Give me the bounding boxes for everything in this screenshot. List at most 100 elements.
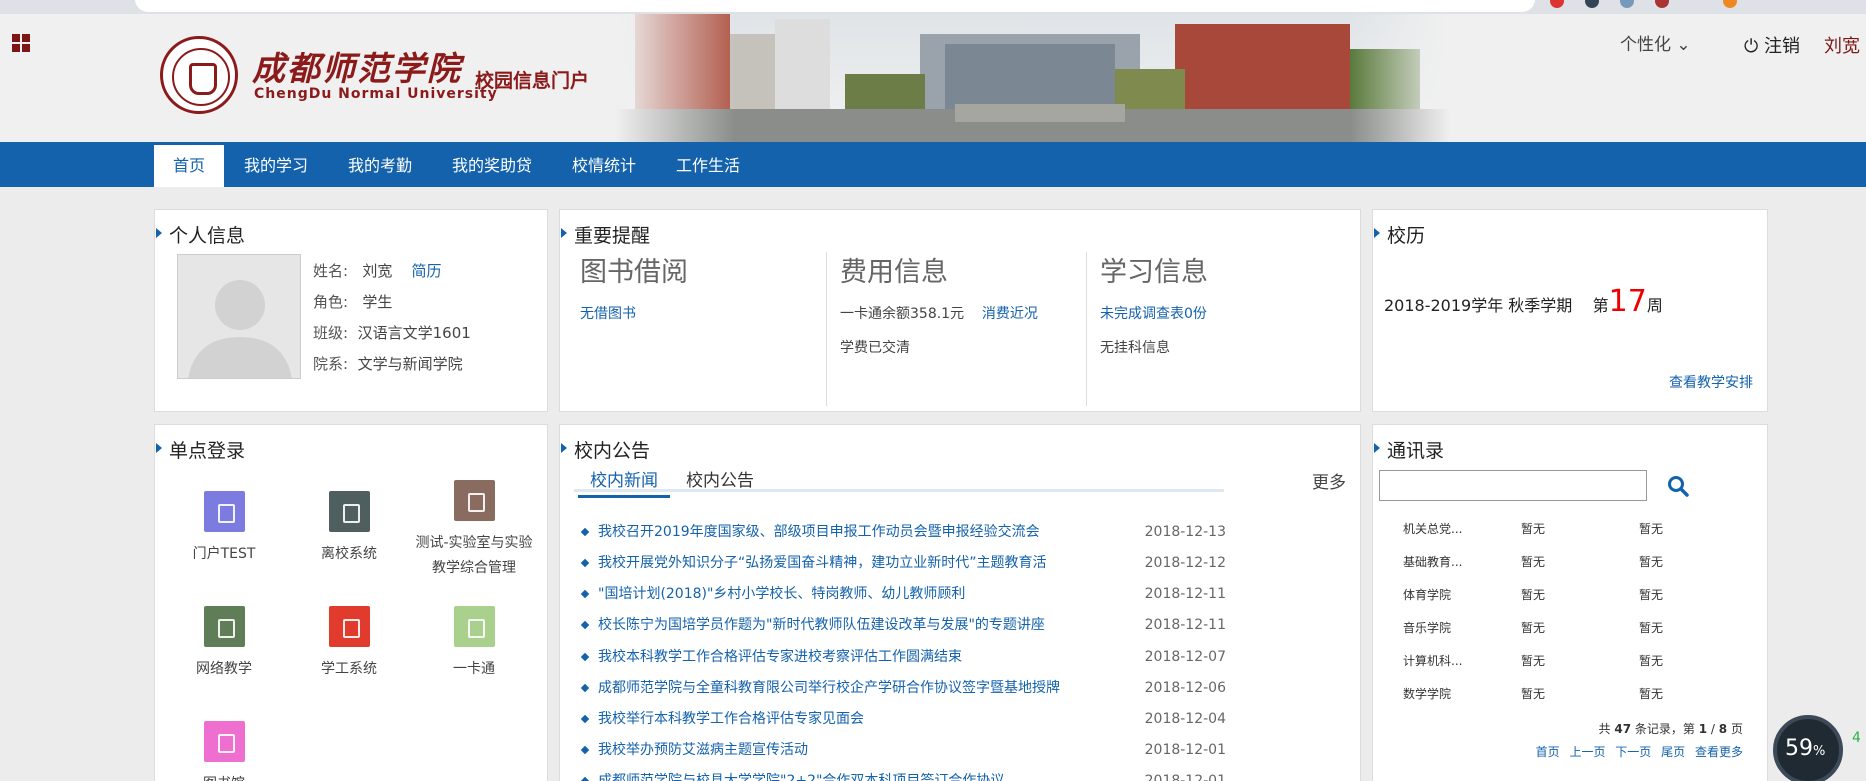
portal-title: 校园信息门户 <box>475 70 590 92</box>
more-link[interactable]: 更多 <box>1312 468 1346 493</box>
sso-tile[interactable]: 门户TEST <box>163 491 285 567</box>
calendar-panel: 校历 2018-2019学年 秋季学期 第17周 查看教学安排 <box>1372 209 1768 412</box>
nav-item-attendance[interactable]: 我的考勤 <box>338 145 422 187</box>
sso-tile[interactable]: 学工系统 <box>288 606 410 682</box>
panel-title: 单点登录 <box>155 436 245 463</box>
news-title[interactable]: 我校举办预防艾滋病主题宣传活动 <box>598 735 808 766</box>
pager-last[interactable]: 尾页 <box>1661 745 1685 759</box>
department-value: 文学与新闻学院 <box>357 355 463 373</box>
panel-title: 重要提醒 <box>560 221 650 248</box>
book-icon[interactable] <box>203 721 245 762</box>
name-label: 姓名: <box>313 262 349 280</box>
chevron-down-icon: ⌄ <box>1676 35 1691 55</box>
survey-link[interactable]: 未完成调查表0份 <box>1100 306 1207 322</box>
news-title[interactable]: 成都师范学院与全童科教育限公司举行校企产学研合作协议签字暨基地授牌 <box>598 673 1060 704</box>
university-seal-logo <box>160 36 238 114</box>
news-date: 2018-12-07 <box>1144 649 1226 665</box>
news-date: 2018-12-11 <box>1144 586 1226 602</box>
divider <box>826 252 827 406</box>
extension-icon[interactable] <box>1585 0 1599 8</box>
extension-icon[interactable] <box>1620 0 1634 8</box>
class-value: 汉语言文学1601 <box>357 324 471 342</box>
avatar <box>177 254 301 379</box>
news-date: 2018-12-01 <box>1144 742 1226 758</box>
tab-campus-notices[interactable]: 校内公告 <box>674 466 766 495</box>
nav-item-work-life[interactable]: 工作生活 <box>666 145 750 187</box>
divider <box>1086 252 1087 406</box>
contact-row: 数学学院 暂无 暂无 <box>1403 678 1733 711</box>
extension-icon[interactable] <box>1550 0 1564 8</box>
sso-tile[interactable]: 图书馆 <box>163 721 285 781</box>
globe-icon[interactable] <box>203 606 245 647</box>
sso-tile[interactable]: 测试-实验室与实验教学综合管理 <box>413 480 535 581</box>
news-title[interactable]: 校长陈宁为国培学员作题为"新时代教师队伍建设改革与发展"的专题讲座 <box>598 610 1045 641</box>
announcements-panel: 校内公告 校内新闻 校内公告 更多 我校召开2019年度国家级、部级项目申报工作… <box>559 424 1361 781</box>
nav-item-statistics[interactable]: 校情统计 <box>562 145 646 187</box>
nav-item-home[interactable]: 首页 <box>154 145 224 187</box>
sso-tile[interactable]: 一卡通 <box>413 606 535 682</box>
resume-link[interactable]: 简历 <box>411 262 441 280</box>
news-title[interactable]: 我校举行本科教学工作合格评估专家见面会 <box>598 704 864 735</box>
contact-dept[interactable]: 数学学院 <box>1403 678 1451 711</box>
study-section: 学习信息 未完成调查表0份 无挂科信息 <box>1100 250 1340 405</box>
contact-dept[interactable]: 基础教育... <box>1403 546 1462 579</box>
news-title[interactable]: 成都师范学院与校县大学学院"2+2"合作双本科项目签订合作协议 <box>598 766 1004 781</box>
contacts-search-input[interactable] <box>1379 470 1647 501</box>
address-bar[interactable] <box>135 0 1535 12</box>
extension-icon[interactable] <box>1723 0 1737 8</box>
library-section: 图书借阅 无借图书 <box>580 250 820 405</box>
panel-title: 校历 <box>1373 221 1425 248</box>
monitor-icon[interactable] <box>328 491 370 532</box>
username: 刘宽 <box>1824 36 1860 57</box>
users-icon[interactable] <box>328 606 370 647</box>
pager-links: 首页 上一页 下一页 尾页 查看更多 <box>1530 743 1743 760</box>
sso-label: 门户TEST <box>192 546 256 562</box>
tab-campus-news[interactable]: 校内新闻 <box>578 466 670 498</box>
contact-row: 计算机科... 暂无 暂无 <box>1403 645 1733 678</box>
class-label: 班级: <box>313 324 349 342</box>
logout-button[interactable]: ⏻ 注销 <box>1744 32 1800 58</box>
id-card-icon[interactable] <box>453 606 495 647</box>
contact-email: 暂无 <box>1639 654 1664 668</box>
sso-label: 一卡通 <box>453 661 495 677</box>
news-item: 我校举行本科教学工作合格评估专家见面会 2018-12-04 <box>586 704 1226 735</box>
view-more-link[interactable]: 查看更多 <box>1695 745 1743 759</box>
contact-dept[interactable]: 机关总党... <box>1403 513 1462 546</box>
news-title[interactable]: 我校开展党外知识分子“弘扬爱国奋斗精神，建功立业新时代”主题教育活 <box>598 548 1047 579</box>
news-item: 成都师范学院与全童科教育限公司举行校企产学研合作协议签字暨基地授牌 2018-12… <box>586 673 1226 704</box>
sso-tile[interactable]: 网络教学 <box>163 606 285 682</box>
news-title[interactable]: "国培计划(2018)"乡村小学校长、特岗教师、幼儿教师顾利 <box>598 579 965 610</box>
extension-icon[interactable] <box>1655 0 1669 8</box>
contact-dept[interactable]: 计算机科... <box>1403 645 1462 678</box>
study-heading: 学习信息 <box>1100 257 1208 288</box>
cpu-usage-value: 59% <box>1785 736 1826 761</box>
sso-tile[interactable]: 离校系统 <box>288 491 410 567</box>
tuition-status: 学费已交清 <box>840 340 910 356</box>
pager-first[interactable]: 首页 <box>1536 745 1560 759</box>
news-title[interactable]: 我校本科教学工作合格评估专家进校考察评估工作圆满结束 <box>598 642 962 673</box>
contact-phone: 暂无 <box>1521 522 1546 536</box>
news-date: 2018-12-13 <box>1144 524 1226 540</box>
personalize-menu[interactable]: 个性化 ⌄ <box>1620 30 1691 55</box>
fees-heading: 费用信息 <box>840 257 948 288</box>
nav-item-study[interactable]: 我的学习 <box>234 145 318 187</box>
apps-grid-icon[interactable] <box>12 34 30 52</box>
contact-dept[interactable]: 体育学院 <box>1403 579 1451 612</box>
portal-test-icon[interactable] <box>203 491 245 532</box>
pager-prev[interactable]: 上一页 <box>1569 745 1605 759</box>
news-item: "国培计划(2018)"乡村小学校长、特岗教师、幼儿教师顾利 2018-12-11 <box>586 579 1226 610</box>
nav-item-financial-aid[interactable]: 我的奖助贷 <box>440 145 544 187</box>
sso-label: 离校系统 <box>321 546 377 562</box>
pager-next[interactable]: 下一页 <box>1615 745 1651 759</box>
no-borrowed-books-link[interactable]: 无借图书 <box>580 306 636 322</box>
contact-dept[interactable]: 音乐学院 <box>1403 612 1451 645</box>
view-schedule-link[interactable]: 查看教学安排 <box>1669 372 1753 392</box>
panel-title: 通讯录 <box>1373 436 1444 463</box>
personal-info-panel: 个人信息 姓名: 刘宽 简历 角色: 学生 班级: 汉语言文学1601 院系: … <box>154 209 548 412</box>
search-icon[interactable] <box>1665 473 1691 499</box>
news-title[interactable]: 我校召开2019年度国家级、部级项目申报工作动员会暨申报经验交流会 <box>598 517 1040 548</box>
tools-icon[interactable] <box>453 480 495 521</box>
news-item: 我校本科教学工作合格评估专家进校考察评估工作圆满结束 2018-12-07 <box>586 642 1226 673</box>
recent-spending-link[interactable]: 消费近况 <box>982 306 1038 322</box>
main-nav: 首页 我的学习 我的考勤 我的奖助贷 校情统计 工作生活 <box>0 142 1866 187</box>
